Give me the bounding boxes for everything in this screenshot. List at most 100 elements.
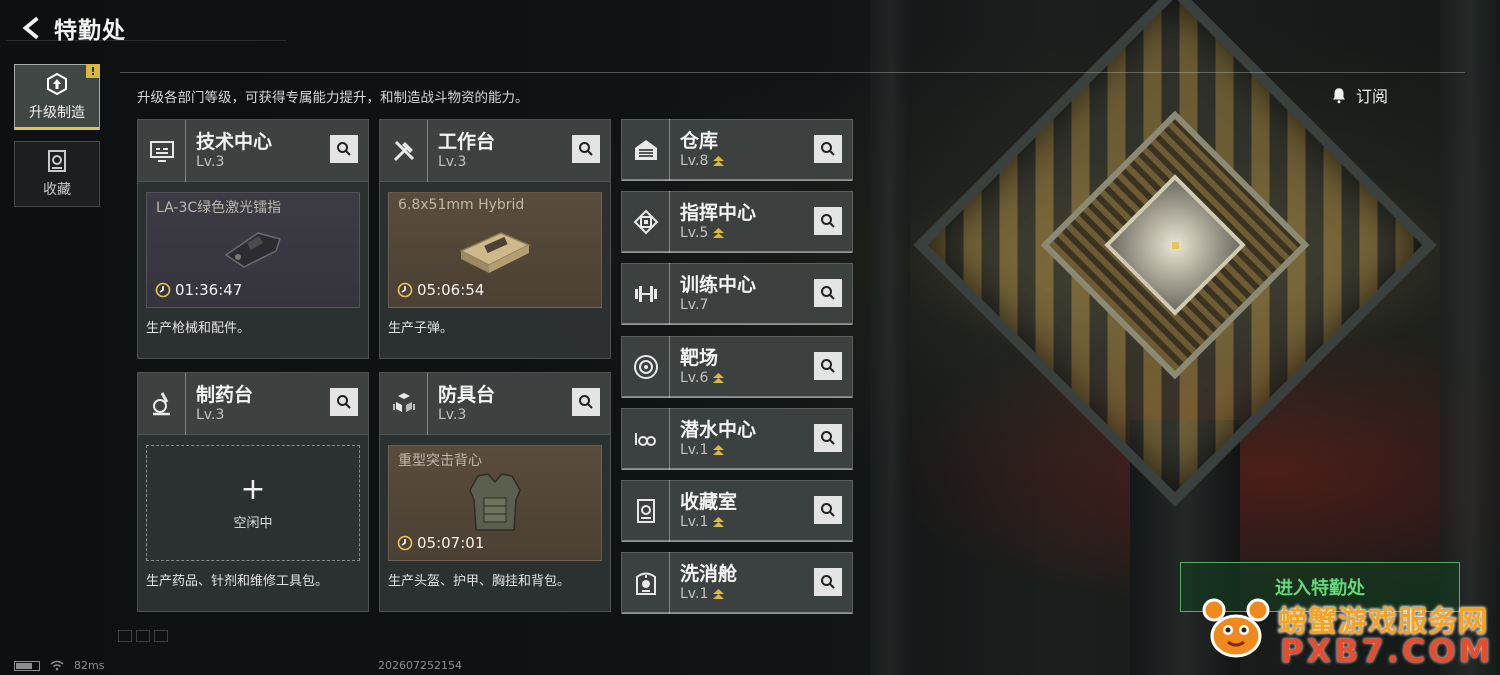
production-slot[interactable]: 重型突击背心 05:07:01: [388, 445, 602, 561]
subscribe-label: 订阅: [1356, 87, 1389, 106]
page-title: 特勤处: [54, 18, 126, 44]
production-slot[interactable]: 6.8x51mm Hybrid 05:06:54: [388, 192, 602, 308]
header-divider: [120, 72, 1465, 73]
nav-collection[interactable]: 收藏: [14, 141, 100, 207]
armor-blocks-icon: [392, 392, 415, 412]
search-button[interactable]: [814, 568, 842, 596]
search-button[interactable]: [814, 279, 842, 307]
bell-icon: [1333, 88, 1345, 104]
facility-card-decon-chamber[interactable]: 洗消舱 Lv.1: [621, 552, 853, 614]
search-button[interactable]: [330, 388, 358, 416]
target-icon: [633, 355, 658, 379]
facility-card-shooting-range[interactable]: 靶场 Lv.6: [621, 336, 853, 398]
search-icon: [337, 142, 351, 156]
timer-icon: [155, 282, 171, 298]
nav-label: 收藏: [43, 182, 71, 198]
subscribe-button[interactable]: 订阅: [1330, 82, 1388, 108]
search-icon: [821, 214, 835, 228]
upgrade-arrow-icon: [713, 227, 725, 238]
upgrade-arrow-icon: [713, 372, 725, 383]
warehouse-icon: [634, 140, 657, 160]
product-name: LA-3C绿色激光镭指: [156, 200, 282, 216]
search-icon: [579, 395, 593, 409]
facility-card-tech-center[interactable]: 技术中心 Lv.3 LA-3C绿色激光镭指 01:36:47 生产枪械和配件。: [137, 119, 369, 359]
search-button[interactable]: [814, 352, 842, 380]
nav-upgrade-craft[interactable]: ! 升级制造: [14, 64, 100, 130]
search-icon: [821, 359, 835, 373]
nav-label: 升级制造: [29, 105, 85, 121]
vest-image: [469, 473, 521, 531]
search-icon: [337, 395, 351, 409]
product-name: 重型突击背心: [398, 453, 482, 469]
back-arrow-icon: [22, 16, 39, 40]
search-button[interactable]: [572, 388, 600, 416]
search-button[interactable]: [814, 424, 842, 452]
search-icon: [821, 431, 835, 445]
build-id: 202607252154: [378, 659, 462, 672]
crab-logo-icon: [1202, 598, 1270, 658]
page-description: 升级各部门等级，可获得专属能力提升，和制造战斗物资的能力。: [137, 90, 529, 106]
search-button[interactable]: [814, 135, 842, 163]
search-icon: [821, 503, 835, 517]
search-icon: [579, 142, 593, 156]
monitor-icon: [149, 140, 174, 162]
upgrade-arrow-icon: [713, 516, 725, 527]
facility-description: 生产枪械和配件。: [146, 321, 251, 336]
facility-name: 指挥中心: [680, 202, 757, 224]
upgrade-arrow-icon: [713, 444, 725, 455]
facility-card-workbench[interactable]: 工作台 Lv.3 6.8x51mm Hybrid 05:06:54 生产子弹。: [379, 119, 611, 359]
timer-icon: [397, 535, 413, 551]
facility-card-training-center[interactable]: 训练中心 Lv.7: [621, 263, 853, 325]
upgrade-icon: [47, 72, 67, 96]
microscope-icon: [152, 391, 170, 415]
hud-indicators: [118, 630, 168, 642]
collection-room-icon: [636, 499, 655, 523]
status-bar: 82ms: [14, 659, 104, 672]
dumbbell-icon: [634, 286, 657, 302]
search-button[interactable]: [814, 496, 842, 524]
facility-name: 靶场: [680, 347, 719, 369]
idle-label: 空闲中: [233, 515, 273, 531]
search-button[interactable]: [572, 135, 600, 163]
search-button[interactable]: [330, 135, 358, 163]
upgrade-arrow-icon: [713, 155, 725, 166]
facility-card-collection-room[interactable]: 收藏室 Lv.1: [621, 480, 853, 542]
production-timer: 01:36:47: [155, 281, 242, 299]
facility-level: Lv.3: [196, 406, 225, 423]
facility-level: Lv.5: [680, 225, 709, 241]
plus-icon: +: [240, 471, 266, 507]
diving-mask-icon: [634, 433, 656, 446]
watermark-url: PXB7.COM: [1280, 632, 1494, 670]
idle-production-slot[interactable]: + 空闲中: [146, 445, 360, 561]
facility-level: Lv.1: [680, 442, 709, 458]
top-bar: 特勤处: [0, 0, 290, 56]
facility-level: Lv.7: [680, 297, 709, 313]
search-button[interactable]: [814, 207, 842, 235]
laser-sight-image: [224, 232, 281, 268]
facility-description: 生产药品、针剂和维修工具包。: [146, 574, 329, 589]
facility-name: 洗消舱: [680, 563, 738, 585]
facility-card-armor-bench[interactable]: 防具台 Lv.3 重型突击背心 05:07:01 生产头盔、护甲、胸挂和背包。: [379, 372, 611, 612]
product-name: 6.8x51mm Hybrid: [398, 197, 525, 213]
facility-description: 生产头盔、护甲、胸挂和背包。: [388, 574, 571, 589]
back-button[interactable]: [10, 6, 54, 50]
facility-level: Lv.6: [680, 370, 709, 386]
facility-level: Lv.3: [438, 406, 467, 423]
production-timer: 05:06:54: [397, 281, 484, 299]
facility-card-pharmacy[interactable]: 制药台 Lv.3 + 空闲中 生产药品、针剂和维修工具包。: [137, 372, 369, 612]
facility-name: 潜水中心: [680, 419, 757, 441]
battery-icon: [14, 660, 40, 671]
production-slot[interactable]: LA-3C绿色激光镭指 01:36:47: [146, 192, 360, 308]
facility-name: 制药台: [196, 383, 254, 406]
timer-icon: [397, 282, 413, 298]
facility-level: Lv.3: [196, 153, 225, 170]
search-icon: [821, 142, 835, 156]
search-icon: [821, 575, 835, 589]
facility-level: Lv.8: [680, 153, 709, 169]
production-timer: 05:07:01: [397, 534, 484, 552]
notification-badge: !: [86, 64, 100, 78]
facility-card-diving-center[interactable]: 潜水中心 Lv.1: [621, 408, 853, 470]
facility-card-warehouse[interactable]: 仓库 Lv.8: [621, 119, 853, 181]
facility-name: 防具台: [438, 383, 496, 406]
facility-card-command-center[interactable]: 指挥中心 Lv.5: [621, 191, 853, 253]
